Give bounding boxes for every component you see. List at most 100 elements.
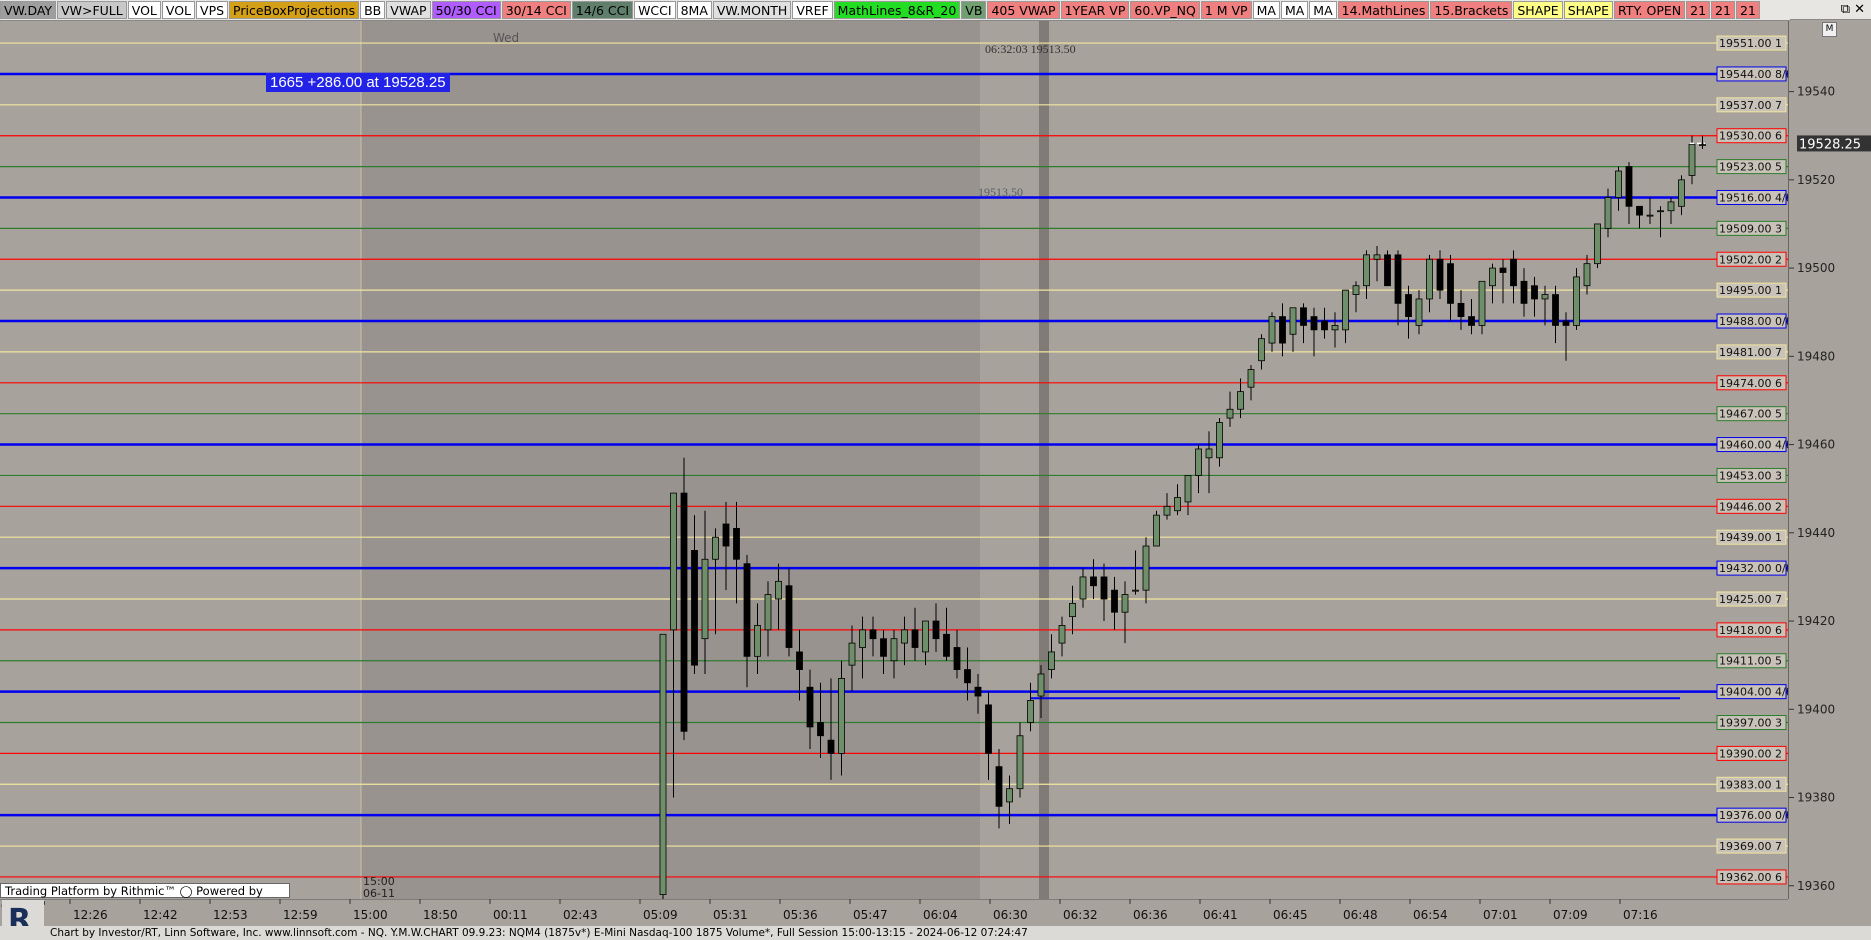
candle-body-27 — [943, 633, 950, 657]
candle-body-17 — [838, 677, 845, 754]
candle-body-47 — [1153, 514, 1160, 547]
x-tick-label-21: 07:09 — [1553, 908, 1588, 922]
candle-body-65 — [1342, 289, 1349, 331]
math-line-label-1: 19544.00 8/8 — [1716, 66, 1788, 82]
toolbar-button-0[interactable]: VW.DAY — [0, 1, 57, 19]
candle-body-13 — [796, 651, 803, 670]
candle-body-42 — [1100, 576, 1108, 600]
platform-bar: Trading Platform by Rithmic™ ◯ Powered b… — [0, 883, 290, 913]
last-price-value: 19528.25 — [1799, 137, 1861, 152]
math-label-text-18: 19425.00 7 — [1719, 593, 1782, 606]
candle-body-74 — [1436, 258, 1444, 291]
candle-body-88 — [1583, 263, 1591, 287]
toolbar-button-11[interactable]: WCCI — [634, 1, 676, 19]
toolbar-button-16[interactable]: VB — [961, 1, 987, 19]
toolbar-button-7[interactable]: VWAP — [386, 1, 431, 19]
candle-body-96 — [1667, 201, 1675, 212]
candle-body-83 — [1531, 285, 1538, 300]
toolbar-button-3[interactable]: VOL — [161, 1, 196, 19]
candle-body-91 — [1615, 170, 1622, 198]
candle-body-75 — [1447, 263, 1454, 304]
toolbar-button-4[interactable]: VPS — [196, 1, 229, 19]
candle-body-46 — [1142, 545, 1150, 591]
cursor-time-price: 06:32:03 19513.50 — [985, 42, 1076, 56]
candle-body-61 — [1300, 307, 1307, 326]
math-label-text-14: 19453.00 3 — [1719, 469, 1782, 482]
toolbar-button-19[interactable]: 60.VP_NQ — [1130, 1, 1200, 19]
chart-plot-area[interactable]: Wed 06:32:03 19513.50 19513.50 15:00 06-11 19… — [0, 21, 1788, 899]
toolbar-button-30[interactable]: 21 — [1711, 1, 1735, 19]
toolbar-button-13[interactable]: VW.MONTH — [712, 1, 792, 19]
math-label-text-9: 19488.00 0/8 — [1719, 315, 1788, 328]
time-axis: 12:26 12:42 12:53 12:59 15:00 18:50 00:11 02:43… — [0, 898, 1788, 926]
math-line-label-3: 19530.00 6 — [1716, 128, 1787, 144]
math-line-label-27: 19362.00 6 — [1716, 869, 1787, 885]
axis-bg — [1789, 21, 1871, 899]
candle-body-92 — [1625, 166, 1633, 207]
toolbar-button-25[interactable]: 15.Brackets — [1430, 1, 1513, 19]
toolbar-button-8[interactable]: 50/30 CCI — [431, 1, 501, 19]
math-line-label-8: 19495.00 1 — [1716, 282, 1787, 298]
toolbar-button-1[interactable]: VW>FULL — [57, 1, 127, 19]
candle-body-12 — [785, 585, 793, 648]
overnight-session-shade — [361, 21, 980, 899]
footer-status: Chart by Investor/RT, Linn Software, Inc… — [0, 926, 1871, 940]
x-tick-label-1: 12:42 — [143, 908, 178, 922]
x-tick-label-15: 06:36 — [1133, 908, 1168, 922]
indicator-toolbar: VW.DAY VW>FULL VOL VOL VPS PriceBoxProjection… — [0, 0, 1790, 21]
window-controls[interactable]: ⧉ ✕ — [1790, 0, 1871, 20]
toolbar-button-20[interactable]: 1 M VP — [1200, 1, 1252, 19]
candle-body-90 — [1604, 197, 1612, 229]
y-tick-label-6: 19420 — [1797, 614, 1835, 628]
toolbar-button-15[interactable]: MathLines_8&R_20 — [833, 1, 961, 19]
x-tick-label-17: 06:45 — [1273, 908, 1308, 922]
y-tick-label-9: 19360 — [1797, 879, 1835, 893]
candle-body-33 — [1006, 788, 1013, 803]
x-tick-label-12: 06:04 — [923, 908, 958, 922]
math-line-label-2: 19537.00 7 — [1716, 97, 1787, 113]
candle-body-44 — [1121, 594, 1129, 613]
candle-body-18 — [848, 642, 856, 666]
math-line-label-22: 19397.00 3 — [1716, 715, 1787, 731]
toolbar-button-9[interactable]: 30/14 CCI — [501, 1, 571, 19]
math-label-text-11: 19474.00 6 — [1719, 377, 1782, 390]
toolbar-button-31[interactable]: 21 — [1735, 1, 1760, 19]
candle-body-82 — [1520, 280, 1528, 304]
toolbar-button-22[interactable]: MA — [1280, 1, 1309, 19]
candle-body-95 — [1657, 210, 1664, 213]
math-label-text-22: 19397.00 3 — [1719, 717, 1782, 730]
candle-body-30 — [974, 686, 982, 697]
math-label-text-26: 19369.00 7 — [1719, 840, 1782, 853]
x-tick-label-13: 06:30 — [993, 908, 1028, 922]
candle-body-25 — [922, 620, 929, 653]
toolbar-button-27[interactable]: SHAPE — [1563, 1, 1614, 19]
toolbar-button-6[interactable]: BB — [360, 1, 386, 19]
candle-body-58 — [1268, 316, 1276, 344]
toolbar-button-21[interactable]: MA — [1252, 1, 1280, 19]
m-button[interactable]: M — [1822, 22, 1837, 37]
x-tick-label-2: 12:53 — [213, 908, 248, 922]
toolbar-button-14[interactable]: VREF — [792, 1, 833, 19]
candle-body-79 — [1489, 267, 1496, 287]
x-tick-label-3: 12:59 — [283, 908, 318, 922]
toolbar-button-5[interactable]: PriceBoxProjections — [229, 1, 360, 19]
toolbar-button-17[interactable]: 405 VWAP — [987, 1, 1060, 19]
toolbar-button-29[interactable]: 21 — [1686, 1, 1711, 19]
candle-body-48 — [1163, 505, 1171, 516]
toolbar-button-28[interactable]: RTY. OPEN — [1614, 1, 1686, 19]
toolbar-button-12[interactable]: 8MA — [676, 1, 712, 19]
candle-body-85 — [1552, 294, 1559, 326]
toolbar-button-24[interactable]: 14.MathLines — [1337, 1, 1430, 19]
math-line-label-14: 19453.00 3 — [1716, 467, 1787, 483]
candle-body-2 — [680, 492, 688, 732]
candle-body-55 — [1237, 391, 1244, 410]
candle-body-57 — [1258, 338, 1265, 362]
math-label-text-24: 19383.00 1 — [1719, 778, 1782, 791]
toolbar-button-18[interactable]: 1YEAR VP — [1060, 1, 1130, 19]
toolbar-button-26[interactable]: SHAPE — [1513, 1, 1563, 19]
math-label-text-4: 19523.00 5 — [1719, 161, 1782, 174]
toolbar-button-10[interactable]: 14/6 CCI — [571, 1, 634, 19]
toolbar-button-2[interactable]: VOL — [127, 1, 161, 19]
toolbar-button-23[interactable]: MA — [1309, 1, 1337, 19]
x-tick-label-5: 18:50 — [423, 908, 458, 922]
